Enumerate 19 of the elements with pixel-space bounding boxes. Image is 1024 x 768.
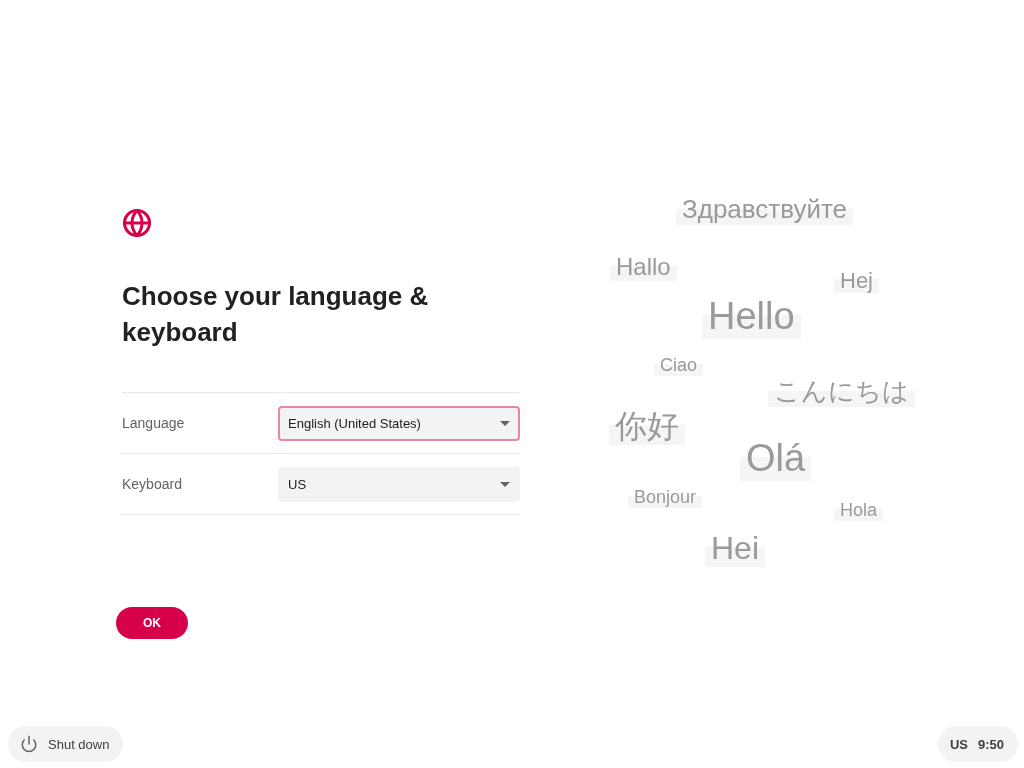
dropdown[interactable]: US [278,466,520,502]
field-label: Language [122,415,185,431]
caret-icon [500,481,510,487]
field-label: Keyboard [122,476,182,492]
status-tray[interactable]: US 9:50 [937,726,1018,762]
ok-button[interactable]: OK [116,607,188,639]
globe-icon [122,208,152,238]
shutdown-button[interactable]: Shut down [8,726,124,762]
power-icon [20,735,38,753]
page-title: Choose your language & keyboard [122,280,430,349]
greeting-word: Здравствуйте [676,195,854,225]
keyboard-layout: US [949,736,968,752]
greeting-word: Bonjour [628,487,703,508]
greeting-word: 你好 [609,408,685,445]
clock-time: 9:50 [977,736,1004,752]
greeting-word: Hola [834,500,884,521]
greeting-word: Ciao [654,355,704,376]
caret-icon [500,420,510,426]
dropdown[interactable]: English (United States) [278,405,520,441]
